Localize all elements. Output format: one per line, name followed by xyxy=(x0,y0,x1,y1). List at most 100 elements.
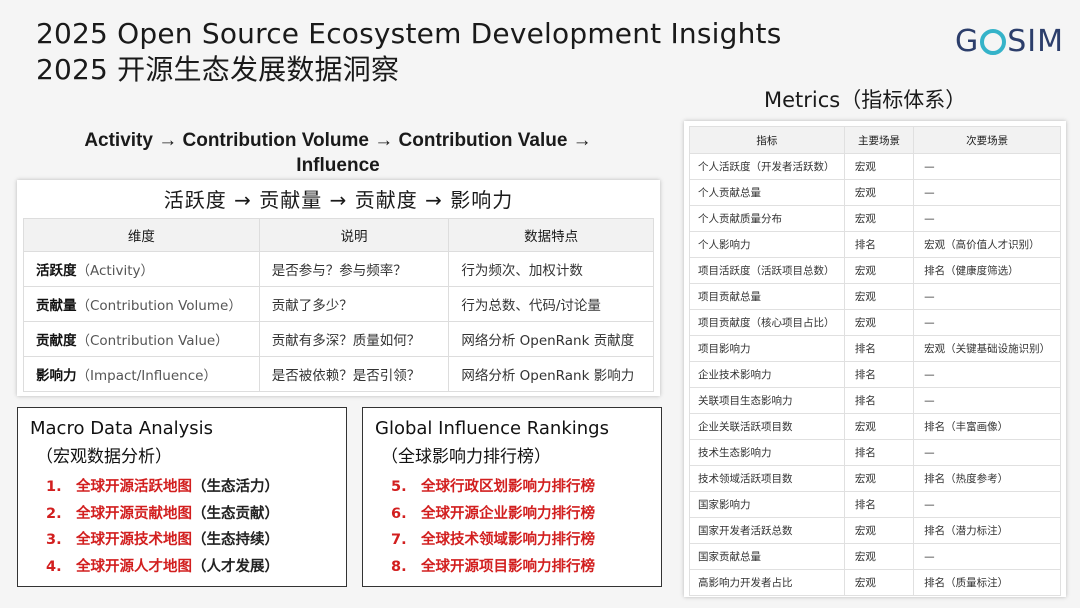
metric-secondary: 宏观（高价值人才识别） xyxy=(913,231,1061,258)
metric-primary: 宏观 xyxy=(843,309,915,336)
dimension-name-cell: 贡献度（Contribution Value） xyxy=(23,321,260,357)
table-row: 技术领域活跃项目数 宏观 排名（热度参考） xyxy=(689,465,1061,492)
dimensions-panel: 活跃度 → 贡献量 → 贡献度 → 影响力 维度 说明 数据特点 活跃度（Act… xyxy=(17,180,660,396)
dimensions-col-header: 说明 xyxy=(258,218,450,252)
metric-secondary: — xyxy=(913,309,1061,336)
metric-primary: 宏观 xyxy=(843,283,915,310)
metric-name: 项目贡献度（核心项目占比） xyxy=(689,309,845,336)
table-row: 高影响力开发者占比 宏观 排名（质量标注） xyxy=(689,569,1061,596)
list-item: 1. 全球开源活跃地图（生态活力） xyxy=(46,474,346,501)
metric-name: 技术领域活跃项目数 xyxy=(689,465,845,492)
dimension-name-en: （Activity） xyxy=(76,263,155,279)
dimension-feature: 网络分析 OpenRank 影响力 xyxy=(448,356,654,392)
dimensions-table: 维度 说明 数据特点 活跃度（Activity） 是否参与？参与频率？ 行为频次… xyxy=(23,218,654,392)
table-row: 个人影响力 排名 宏观（高价值人才识别） xyxy=(689,231,1061,258)
logo-ring-icon xyxy=(980,28,1007,55)
list-item: 5. 全球行政区划影响力排行榜 xyxy=(391,474,661,501)
macro-list: 1. 全球开源活跃地图（生态活力） 2. 全球开源贡献地图（生态贡献） 3. 全球开源… xyxy=(30,474,346,580)
metric-secondary: 排名（潜力标注） xyxy=(913,517,1061,544)
metric-name: 国家贡献总量 xyxy=(689,543,845,570)
metrics-col-header: 指标 xyxy=(689,126,845,154)
table-row: 项目贡献度（核心项目占比） 宏观 — xyxy=(689,309,1061,336)
item-note: （人才发展） xyxy=(192,558,279,575)
table-row: 个人贡献总量 宏观 — xyxy=(689,179,1061,206)
table-row: 国家贡献总量 宏观 — xyxy=(689,543,1061,570)
metric-secondary: — xyxy=(913,361,1061,388)
metric-primary: 宏观 xyxy=(843,569,915,596)
gosim-logo: G SIM xyxy=(955,24,1064,59)
item-number: 2. xyxy=(46,505,62,522)
table-row: 贡献度（Contribution Value） 贡献有多深？质量如何？ 网络分析… xyxy=(23,321,654,357)
table-row: 技术生态影响力 排名 — xyxy=(689,439,1061,466)
metric-name: 企业关联活跃项目数 xyxy=(689,413,845,440)
item-number: 1. xyxy=(46,479,62,495)
metric-name: 个人活跃度（开发者活跃数） xyxy=(689,153,845,180)
global-title: Global Influence Rankings xyxy=(375,418,609,439)
table-row: 国家影响力 排名 — xyxy=(689,491,1061,518)
logo-text-left: G xyxy=(955,24,980,59)
macro-analysis-box: Macro Data Analysis （宏观数据分析） 1. 全球开源活跃地图（… xyxy=(17,407,347,587)
dimension-desc: 贡献了多少？ xyxy=(258,286,450,322)
item-label: 全球开源技术地图 xyxy=(76,532,192,548)
dimension-desc: 是否参与？参与频率？ xyxy=(258,251,450,287)
table-row: 项目活跃度（活跃项目总数） 宏观 排名（健康度筛选） xyxy=(689,257,1061,284)
item-number: 4. xyxy=(46,558,62,575)
dimension-name: 影响力 xyxy=(36,368,77,384)
metrics-panel: 指标 主要场景 次要场景 个人活跃度（开发者活跃数） 宏观 — 个人贡献总量 宏观 — 个人… xyxy=(684,121,1066,597)
metric-name: 关联项目生态影响力 xyxy=(689,387,845,414)
metric-name: 个人贡献总量 xyxy=(689,179,845,206)
table-row: 国家开发者活跃总数 宏观 排名（潜力标注） xyxy=(689,517,1061,544)
item-number: 3. xyxy=(46,532,62,548)
dimension-feature: 行为总数、代码/讨论量 xyxy=(448,286,654,322)
dimension-name-cell: 活跃度（Activity） xyxy=(23,251,260,287)
table-row: 关联项目生态影响力 排名 — xyxy=(689,387,1061,414)
flow-title: Activity → Contribution Volume → Contrib… xyxy=(40,128,636,178)
metrics-header-row: 指标 主要场景 次要场景 xyxy=(689,126,1061,154)
page-title-en: 2025 Open Source Ecosystem Development I… xyxy=(36,17,782,50)
item-note: （生态活力） xyxy=(192,479,279,495)
dimension-name: 活跃度 xyxy=(36,263,77,279)
metric-secondary: — xyxy=(913,387,1061,414)
list-item: 7. 全球技术领域影响力排行榜 xyxy=(391,527,661,554)
metric-secondary: — xyxy=(913,491,1061,518)
macro-subtitle: （宏观数据分析） xyxy=(36,447,172,467)
table-row: 项目影响力 排名 宏观（关键基础设施识别） xyxy=(689,335,1061,362)
item-number: 5. xyxy=(391,479,407,495)
item-label: 全球开源企业影响力排行榜 xyxy=(421,505,595,522)
table-row: 影响力（Impact/Influence） 是否被依赖？是否引领？ 网络分析 O… xyxy=(23,356,654,392)
item-label: 全球开源项目影响力排行榜 xyxy=(421,558,595,575)
table-row: 企业技术影响力 排名 — xyxy=(689,361,1061,388)
metric-primary: 宏观 xyxy=(843,413,915,440)
metric-primary: 排名 xyxy=(843,387,915,414)
dimension-name: 贡献度 xyxy=(36,333,77,349)
metric-name: 个人影响力 xyxy=(689,231,845,258)
list-item: 6. 全球开源企业影响力排行榜 xyxy=(391,501,661,528)
metric-name: 技术生态影响力 xyxy=(689,439,845,466)
dimension-feature: 行为频次、加权计数 xyxy=(448,251,654,287)
metric-name: 项目影响力 xyxy=(689,335,845,362)
metrics-col-header: 主要场景 xyxy=(843,126,915,154)
page-title: 2025 Open Source Ecosystem Development I… xyxy=(36,16,782,88)
metric-name: 项目贡献总量 xyxy=(689,283,845,310)
page-title-zh: 2025 开源生态发展数据洞察 xyxy=(36,53,400,86)
table-row: 贡献量（Contribution Volume） 贡献了多少？ 行为总数、代码/… xyxy=(23,286,654,322)
flow-title-line2: Influence xyxy=(296,155,380,176)
metric-name: 国家影响力 xyxy=(689,491,845,518)
metric-secondary: — xyxy=(913,205,1061,232)
table-row: 个人活跃度（开发者活跃数） 宏观 — xyxy=(689,153,1061,180)
metric-primary: 宏观 xyxy=(843,517,915,544)
list-item: 8. 全球开源项目影响力排行榜 xyxy=(391,554,661,581)
item-label: 全球行政区划影响力排行榜 xyxy=(421,479,595,495)
metric-primary: 排名 xyxy=(843,439,915,466)
metric-secondary: 排名（质量标注） xyxy=(913,569,1061,596)
table-row: 企业关联活跃项目数 宏观 排名（丰富画像） xyxy=(689,413,1061,440)
metric-name: 国家开发者活跃总数 xyxy=(689,517,845,544)
dimension-desc: 是否被依赖？是否引领？ xyxy=(258,356,450,392)
metric-name: 企业技术影响力 xyxy=(689,361,845,388)
dimensions-col-header: 维度 xyxy=(23,218,260,252)
dimension-name-cell: 贡献量（Contribution Volume） xyxy=(23,286,260,322)
logo-text-right: SIM xyxy=(1007,24,1065,59)
table-row: 活跃度（Activity） 是否参与？参与频率？ 行为频次、加权计数 xyxy=(23,251,654,287)
metric-primary: 宏观 xyxy=(843,205,915,232)
metric-primary: 宏观 xyxy=(843,543,915,570)
